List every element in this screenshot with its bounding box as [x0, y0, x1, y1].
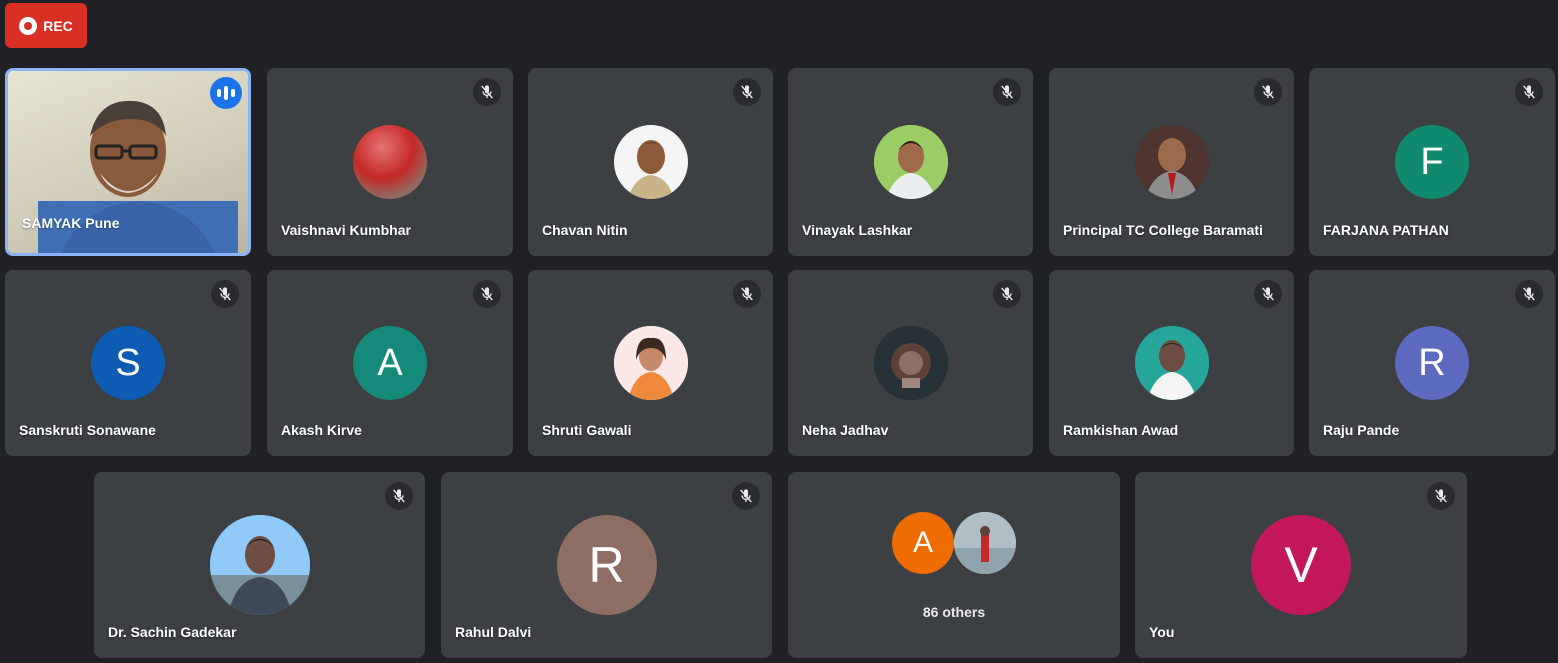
participant-tile-farjana-pathan[interactable]: F FARJANA PATHAN — [1309, 68, 1555, 256]
mic-off-icon — [1515, 78, 1543, 106]
mic-off-icon — [733, 78, 761, 106]
participant-avatar-letter: A — [892, 512, 954, 574]
participant-tile-vinayak-lashkar[interactable]: Vinayak Lashkar — [788, 68, 1033, 256]
participant-tile-raju-pande[interactable]: R Raju Pande — [1309, 270, 1555, 456]
participant-name: Chavan Nitin — [542, 222, 628, 238]
others-tile[interactable]: A 86 others — [788, 472, 1120, 658]
participant-name: Akash Kirve — [281, 422, 362, 438]
participant-name: Shruti Gawali — [542, 422, 632, 438]
participant-avatar-letter: F — [1395, 125, 1469, 199]
participant-video-person — [38, 100, 238, 253]
mic-off-icon — [733, 280, 761, 308]
mic-off-icon — [732, 482, 760, 510]
participant-name: SAMYAK Pune — [22, 215, 120, 231]
others-avatar-group: A — [892, 512, 1016, 574]
mic-off-icon — [993, 280, 1021, 308]
participant-name: Sanskruti Sonawane — [19, 422, 156, 438]
participant-avatar-photo — [613, 125, 688, 199]
participant-name: FARJANA PATHAN — [1323, 222, 1449, 238]
record-dot-icon — [19, 16, 38, 35]
participant-tile-rahul-dalvi[interactable]: R Rahul Dalvi — [441, 472, 772, 658]
participant-tile-sanskruti-sonawane[interactable]: S Sanskruti Sonawane — [5, 270, 251, 456]
participant-avatar-photo — [954, 512, 1016, 574]
participant-tile-ramkishan-awad[interactable]: Ramkishan Awad — [1049, 270, 1294, 456]
speaking-indicator-icon — [210, 77, 242, 109]
mic-off-icon — [473, 78, 501, 106]
mic-off-icon — [385, 482, 413, 510]
participant-name: Vaishnavi Kumbhar — [281, 222, 411, 238]
participant-avatar-letter: A — [353, 326, 427, 400]
mic-off-icon — [1254, 280, 1282, 308]
participant-name: Neha Jadhav — [802, 422, 889, 438]
mic-off-icon — [211, 280, 239, 308]
participant-avatar-letter: S — [91, 326, 165, 400]
participant-avatar-letter: R — [1395, 326, 1469, 400]
participant-tile-samyak-pune[interactable]: SAMYAK Pune — [5, 68, 251, 256]
participant-tile-neha-jadhav[interactable]: Neha Jadhav — [788, 270, 1033, 456]
participant-name: Vinayak Lashkar — [802, 222, 913, 238]
participant-avatar-photo — [1134, 125, 1209, 199]
participant-name: You — [1149, 624, 1175, 640]
participant-tile-you[interactable]: V You — [1135, 472, 1467, 658]
participant-tile-akash-kirve[interactable]: A Akash Kirve — [267, 270, 513, 456]
participant-avatar-photo — [209, 515, 310, 615]
participant-avatar-letter: V — [1251, 515, 1351, 615]
mic-off-icon — [1254, 78, 1282, 106]
participant-name: Ramkishan Awad — [1063, 422, 1179, 438]
participant-tile-shruti-gawali[interactable]: Shruti Gawali — [528, 270, 773, 456]
participant-avatar-photo — [873, 125, 948, 199]
participant-name: Dr. Sachin Gadekar — [108, 624, 237, 640]
participant-name: Rahul Dalvi — [455, 624, 532, 640]
participant-avatar-photo — [1134, 326, 1209, 400]
participant-name: Raju Pande — [1323, 422, 1400, 438]
recording-badge[interactable]: REC — [5, 3, 87, 48]
participant-avatar-photo — [353, 125, 427, 199]
mic-off-icon — [993, 78, 1021, 106]
others-count-label: 86 others — [922, 604, 986, 620]
participant-tile-sachin-gadekar[interactable]: Dr. Sachin Gadekar — [94, 472, 425, 658]
participant-tile-chavan-nitin[interactable]: Chavan Nitin — [528, 68, 773, 256]
participant-avatar-letter: R — [556, 515, 657, 615]
mic-off-icon — [1427, 482, 1455, 510]
participant-avatar-photo — [613, 326, 688, 400]
participant-avatar-photo — [873, 326, 948, 400]
mic-off-icon — [473, 280, 501, 308]
recording-label: REC — [43, 17, 73, 34]
participant-tile-principal-tc-college[interactable]: Principal TC College Baramati — [1049, 68, 1294, 256]
mic-off-icon — [1515, 280, 1543, 308]
participant-tile-vaishnavi-kumbhar[interactable]: Vaishnavi Kumbhar — [267, 68, 513, 256]
participant-name: Principal TC College Baramati — [1063, 222, 1263, 238]
